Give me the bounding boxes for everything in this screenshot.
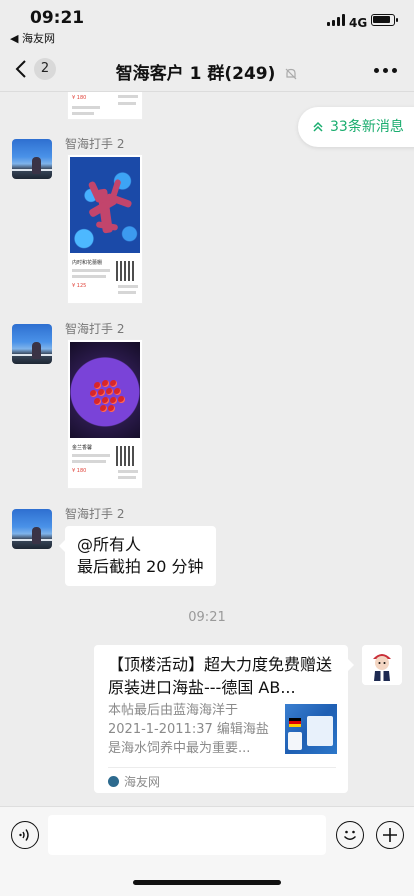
link-card-source: 海友网 — [108, 773, 160, 790]
sender-avatar[interactable] — [12, 139, 52, 179]
double-chevron-up-icon — [313, 121, 323, 132]
chat-title-wrap: 智海客户 1 群(249) — [0, 59, 414, 84]
link-card-message[interactable]: 【顶楼活动】超大力度免费赠送原装进口海盐---德国 AB... 本帖最后由蓝海海… — [94, 645, 354, 793]
sender-name: 智海打手 2 — [65, 322, 125, 336]
link-card-description: 本帖最后由蓝海海洋于 2021-1-2011:37 编辑海盐是海水饲养中最为重要… — [108, 703, 269, 756]
link-card-thumbnail — [285, 704, 337, 754]
qr-code — [116, 261, 136, 281]
chat-title: 智海客户 1 群(249) — [115, 64, 276, 84]
source-logo-icon — [108, 776, 119, 787]
image-message[interactable]: 内时和花蕾棚 ¥ 125 — [67, 154, 143, 304]
emoji-icon[interactable] — [336, 821, 364, 849]
back-to-app-link[interactable]: ◀ 海友网 — [10, 30, 55, 46]
signal-icon — [327, 14, 345, 26]
status-bar: 09:21 ◀ 海友网 4G — [0, 0, 414, 48]
qr-code — [116, 446, 136, 466]
sender-avatar[interactable] — [12, 509, 52, 549]
message-input[interactable] — [48, 815, 326, 855]
status-time: 09:21 — [30, 8, 85, 28]
battery-icon — [371, 14, 398, 26]
message-line: @所有人 — [77, 535, 142, 554]
message-line: 最后截拍 20 分钟 — [77, 557, 204, 576]
divider — [108, 767, 336, 768]
plus-icon[interactable] — [376, 821, 404, 849]
partial-image-message[interactable]: ¥ 180 — [67, 92, 143, 120]
image-caption: 金兰香馨 — [72, 445, 93, 451]
home-indicator — [133, 880, 281, 885]
sender-name: 智海打手 2 — [65, 507, 125, 521]
image-price: ¥ 180 — [72, 468, 87, 474]
sender-name: 智海打手 2 — [65, 137, 125, 151]
source-name: 海友网 — [124, 775, 161, 789]
link-card-title: 【顶楼活动】超大力度免费赠送原装进口海盐---德国 AB... — [108, 655, 333, 697]
anemone-photo — [70, 342, 140, 438]
chat-header: 2 智海客户 1 群(249) — [0, 48, 414, 92]
new-messages-label: 33条新消息 — [330, 119, 404, 135]
image-caption: 内时和花蕾棚 — [72, 260, 103, 266]
image-message[interactable]: 金兰香馨 ¥ 180 — [67, 339, 143, 489]
more-options-icon[interactable] — [374, 68, 398, 74]
cartoon-avatar-icon — [362, 645, 402, 685]
text-message[interactable]: @所有人 最后截拍 20 分钟 — [59, 526, 216, 586]
sender-avatar[interactable] — [12, 324, 52, 364]
coral-photo — [70, 157, 140, 253]
timestamp: 09:21 — [188, 610, 226, 625]
new-messages-pill[interactable]: 33条新消息 — [298, 107, 414, 147]
partial-price: ¥ 180 — [72, 95, 87, 101]
network-type: 4G — [349, 16, 368, 30]
image-price: ¥ 125 — [72, 283, 87, 289]
voice-icon[interactable] — [11, 821, 39, 849]
my-avatar[interactable] — [362, 645, 402, 685]
mute-bell-icon — [285, 68, 297, 80]
